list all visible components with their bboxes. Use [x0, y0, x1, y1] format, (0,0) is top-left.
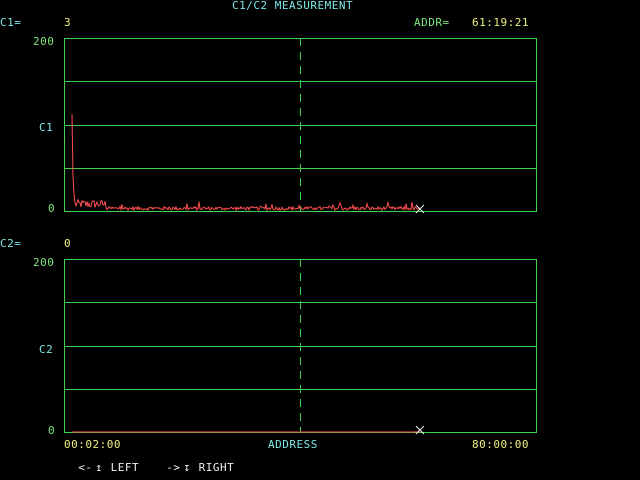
c1-trace-line	[71, 114, 420, 212]
c1-plot-panel[interactable]	[64, 38, 537, 214]
c2-plot-panel[interactable]	[64, 259, 537, 435]
measurement-plots	[64, 38, 537, 435]
